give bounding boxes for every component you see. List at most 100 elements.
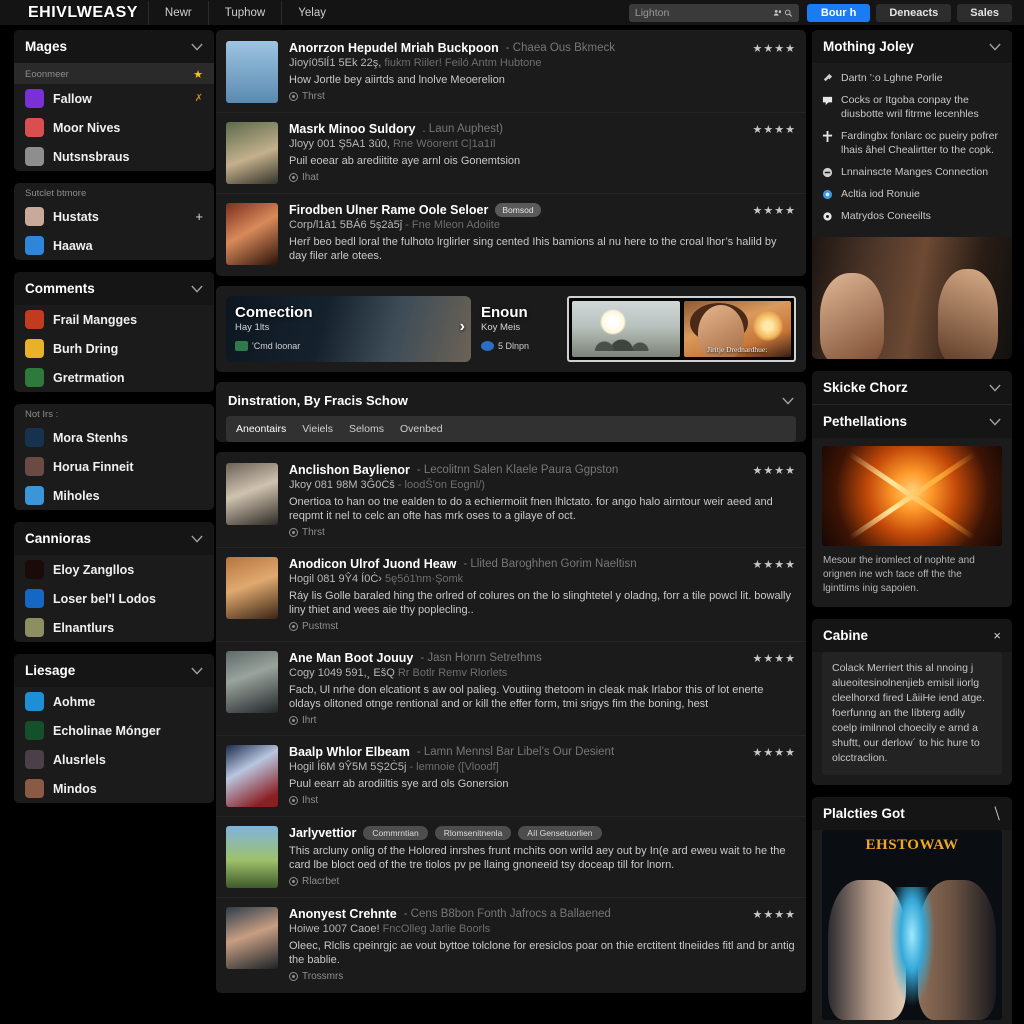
list-item-footer-label: Trossmrs <box>302 971 344 982</box>
add-icon[interactable]: + <box>195 209 203 224</box>
close-small-icon[interactable]: ✗ <box>195 93 203 104</box>
list-item[interactable]: Firodben Ulner Rame Oole Seloer Bomsod Cor… <box>216 194 806 274</box>
sidebar-section-header-2[interactable]: Comments <box>14 272 214 305</box>
chevron-down-icon[interactable] <box>989 43 1001 51</box>
list-item[interactable]: Anonyest Crehnte - Cens B8bon Fonth Jafro… <box>216 898 806 991</box>
search-input[interactable] <box>634 6 770 19</box>
sidebar-item-4-1[interactable]: Loser bel'l Lodos <box>14 584 214 613</box>
person-icon[interactable] <box>773 7 782 19</box>
sidebar-item-0-0[interactable]: Fallow ✗ <box>14 84 214 113</box>
sidebar-item-5-3[interactable]: Mindos <box>14 774 214 803</box>
carousel-next-icon[interactable]: › <box>460 318 465 336</box>
deneacts-button[interactable]: Deneacts <box>876 3 952 22</box>
list-item[interactable]: Ane Man Boot Jouuy - Jasn Honrn Setrethms… <box>216 642 806 736</box>
chevron-down-icon[interactable] <box>782 397 794 405</box>
sidebar-section-header-0[interactable]: Mages <box>14 30 214 63</box>
brand-logo[interactable]: EHIVLWEASY <box>6 4 148 22</box>
play-circle-icon <box>289 528 298 537</box>
sidebar-item-0-2[interactable]: Nutsnsbraus <box>14 142 214 171</box>
promo-card-1[interactable]: Comection Hay 1lts 'Cmd loonar › <box>226 296 471 362</box>
media-thumbnail-box[interactable]: Jiritje Drednardhue: <box>567 296 796 362</box>
tab-2[interactable]: Seloms <box>349 423 384 435</box>
cabine-header: Cabine × <box>812 619 1012 652</box>
list-item-title-wrap: Anonyest Crehnte - Cens B8bon Fonth Jafro… <box>289 907 745 921</box>
chip[interactable]: Commrntian <box>363 826 428 840</box>
pethellations-header[interactable]: Pethellations <box>812 405 1012 438</box>
sidebar-item-1-1[interactable]: Haawa <box>14 231 214 260</box>
search-box[interactable] <box>628 3 799 22</box>
list-item[interactable]: Anclishon Baylienor - Lecolitnn Salen Kla… <box>216 454 806 548</box>
list-item-body: Anodicon Ulrof Juond Heaw - Llited Barogh… <box>289 557 796 632</box>
list-item[interactable]: Anodicon Ulrof Juond Heaw - Llited Barogh… <box>216 548 806 642</box>
nav-item-1[interactable]: Tuphow <box>207 0 282 25</box>
sidebar-section-header-4[interactable]: Cannioras <box>14 522 214 555</box>
rail-image-fire[interactable] <box>822 446 1002 546</box>
chevron-down-icon[interactable] <box>191 43 203 51</box>
promo-1-foot-label: 'Cmd loonar <box>252 341 301 351</box>
plalcties-got-title: Plalcties Got <box>823 806 905 821</box>
tab-3[interactable]: Ovenbed <box>400 423 443 435</box>
bullet-item-5[interactable]: Matrydos Coneeilts <box>822 205 1002 227</box>
nav-item-0[interactable]: Newr <box>147 0 208 25</box>
play-circle-icon <box>289 92 298 101</box>
sidebar-item-3-0[interactable]: Mora Stenhs <box>14 423 214 452</box>
sidebar-item-2-1[interactable]: Burh Dring <box>14 334 214 363</box>
bullet-item-2[interactable]: Fardingbx fonlarc oc pueiry pofrer lhais… <box>822 125 1002 161</box>
sidebar-item-1-0[interactable]: Hustats + <box>14 202 214 231</box>
rail-image-portraits[interactable] <box>812 237 1012 359</box>
promo-1-badge-icon <box>235 341 248 351</box>
sidebar-item-label: Elnantlurs <box>53 620 115 635</box>
bullet-item-0[interactable]: Dartn ’:o Lghne Porlie <box>822 67 1002 89</box>
sidebar-item-avatar-icon <box>25 207 44 226</box>
skicke-chorz-header[interactable]: Skicke Chorz <box>812 371 1012 404</box>
sidebar-section-2: Comments Frail Mangges Burh Dring Gretrmati… <box>14 272 214 392</box>
chevron-down-icon[interactable] <box>191 285 203 293</box>
bullet-item-text: Fardingbx fonlarc oc pueiry pofrer lhais… <box>841 130 998 156</box>
sidebar-item-0-1[interactable]: Moor Nives <box>14 113 214 142</box>
media-thumb-2[interactable]: Jiritje Drednardhue: <box>683 301 791 357</box>
sales-button[interactable]: Sales <box>957 3 1012 22</box>
sidebar-item-5-0[interactable]: Aohme <box>14 687 214 716</box>
primary-action-button[interactable]: Bour h <box>806 3 871 22</box>
promo-card-2[interactable]: Enoun Koy Meis 5 Dlnpn <box>479 296 559 362</box>
list-item[interactable]: Anorrzon Hepudel Mriah Buckpoon - Chaea O… <box>216 32 806 113</box>
bullet-item-3[interactable]: Lnnainscte Manges Connection <box>822 161 1002 183</box>
list-item-footer: Ihat <box>289 172 796 183</box>
tab-1[interactable]: Vieiels <box>302 423 333 435</box>
chip[interactable]: Aíl Gensetuorlien <box>518 826 602 840</box>
list-item-title-line: Anorrzon Hepudel Mriah Buckpoon - Chaea O… <box>289 41 745 69</box>
nav-item-2[interactable]: Yelay <box>281 0 342 25</box>
star-icon[interactable]: ★ <box>193 68 203 81</box>
sidebar-item-5-1[interactable]: Echolinae Mónger <box>14 716 214 745</box>
sidebar-item-2-0[interactable]: Frail Mangges <box>14 305 214 334</box>
tab-0[interactable]: Aneontairs <box>236 423 286 435</box>
poster-image[interactable]: EHSTOWAW <box>822 830 1002 1020</box>
sidebar-item-2-2[interactable]: Gretrmation <box>14 363 214 392</box>
bullet-item-1[interactable]: Cocks or Itgoba conpay the diusbotte wri… <box>822 89 1002 125</box>
close-icon[interactable]: × <box>993 629 1001 642</box>
list-item-footer-label: Ihrt <box>302 715 317 726</box>
sidebar-section-header-5[interactable]: Liesage <box>14 654 214 687</box>
sidebar-item-avatar-icon <box>25 89 44 108</box>
chip[interactable]: Rlomsenitnenla <box>434 826 512 840</box>
sidebar-item-3-2[interactable]: Miholes <box>14 481 214 510</box>
search-icon[interactable] <box>784 7 793 19</box>
list-item[interactable]: Masrk Minoo Suldory . Laun Auphest) Jloyy … <box>216 113 806 194</box>
list-item-thumbnail <box>226 745 278 807</box>
pencil-icon[interactable]: ╱ <box>991 807 1004 820</box>
rating-stars: ★★★★ <box>752 653 796 665</box>
cabine-panel: Cabine × Colack Merriert this al nnoing … <box>812 619 1012 785</box>
list-item[interactable]: Jarlyvettior Commrntian Rlomsenitnenla Aíl … <box>216 817 806 898</box>
sidebar-item-5-2[interactable]: Alusrlels <box>14 745 214 774</box>
chevron-down-icon[interactable] <box>191 667 203 675</box>
list-item[interactable]: Baalp Whlor Elbeam - Lamn Mennsl Bar Libe… <box>216 736 806 817</box>
media-thumb-1[interactable] <box>572 301 680 357</box>
bullet-item-4[interactable]: Acltia iod Ronuie <box>822 183 1002 205</box>
sidebar-item-3-1[interactable]: Horua Finneit <box>14 452 214 481</box>
chevron-down-icon[interactable] <box>989 384 1001 392</box>
sidebar-item-4-0[interactable]: Eloy Zangllos <box>14 555 214 584</box>
chevron-down-icon[interactable] <box>989 418 1001 426</box>
fire-caption: Mesour the iromlect of nophte and origne… <box>823 555 975 594</box>
chevron-down-icon[interactable] <box>191 535 203 543</box>
sidebar-item-4-2[interactable]: Elnantlurs <box>14 613 214 642</box>
